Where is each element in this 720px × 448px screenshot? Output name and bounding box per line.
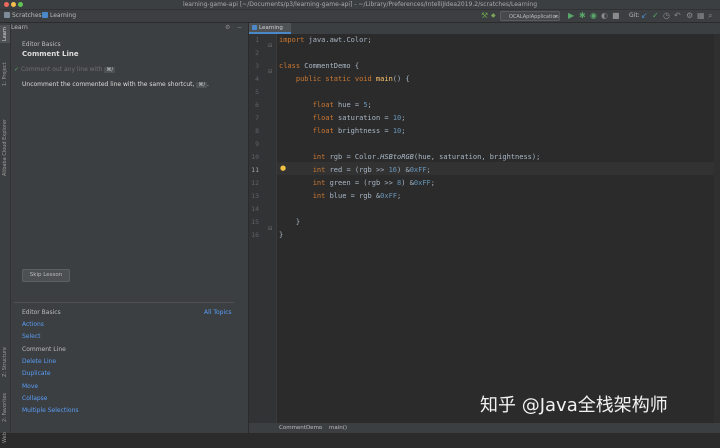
line-number-current: 11 xyxy=(251,166,259,174)
git-history-icon[interactable]: ◷ xyxy=(663,11,670,21)
lesson-link-actions[interactable]: Actions xyxy=(22,321,44,328)
navigation-bar: Scratches › Learning ⚒ ◆ OCALApiApplicat… xyxy=(0,10,720,23)
lesson-current-comment-line: Comment Line xyxy=(22,346,66,353)
web-tool-tab[interactable]: Web xyxy=(0,428,10,448)
line-number: 9 xyxy=(255,140,259,148)
learn-tool-tab[interactable]: Learn xyxy=(0,25,10,43)
tab-learning[interactable]: Learning xyxy=(249,23,291,34)
git-rollback-icon[interactable]: ↶ xyxy=(674,11,681,21)
line-number: 12 xyxy=(251,179,259,187)
editor-breadcrumb-bar: CommentDemo › main() xyxy=(249,423,720,433)
learn-panel: Learn ⚙ − Editor Basics Comment Line ✓ C… xyxy=(11,23,248,433)
git-update-icon[interactable]: ↙ xyxy=(641,11,648,21)
error-stripe[interactable] xyxy=(714,34,720,423)
line-number: 2 xyxy=(255,49,259,57)
lesson-link-collapse[interactable]: Collapse xyxy=(22,395,48,402)
code-line-8: float brightness = 10; xyxy=(312,127,406,135)
favorites-tool-tab[interactable]: 2: Favorites xyxy=(0,388,10,426)
line-number: 3 xyxy=(255,62,259,70)
shortcut-badge: ⌘/ xyxy=(104,67,116,73)
current-step: Uncomment the commented line with the sa… xyxy=(22,81,209,88)
fold-marker-icon[interactable]: ⊟ xyxy=(268,226,272,232)
window-title: learning-game-api [~/Documents/p3/learni… xyxy=(182,1,538,8)
line-number: 8 xyxy=(255,127,259,135)
code-line-15: } xyxy=(279,218,301,226)
code-editor[interactable]: Learning 1 2 3 4 5 6 7 8 9 10 11 12 13 1… xyxy=(249,23,720,433)
line-number: 13 xyxy=(251,192,259,200)
hammer-build-icon[interactable]: ⚒ xyxy=(481,11,488,21)
alibaba-cloud-explorer-tab[interactable]: Alibaba Cloud Explorer xyxy=(0,113,10,183)
run-config-icon: ◆ xyxy=(491,12,496,19)
line-number: 5 xyxy=(255,88,259,96)
lesson-link-move[interactable]: Move xyxy=(22,383,38,390)
code-line-16: } xyxy=(279,231,284,239)
line-number: 6 xyxy=(255,101,259,109)
bottom-module-name: Editor Basics xyxy=(22,309,61,316)
all-topics-link[interactable]: All Topics xyxy=(204,309,232,316)
watermark: 知乎 @Java全栈架构师 xyxy=(480,395,668,416)
settings-icon[interactable]: ⚙ xyxy=(686,11,693,21)
line-number: 16 xyxy=(251,231,259,239)
project-tool-tab[interactable]: 1: Project xyxy=(0,49,10,99)
divider xyxy=(14,302,234,303)
profile-icon[interactable]: ◐ xyxy=(601,11,608,21)
line-number: 7 xyxy=(255,114,259,122)
code-line-4: public static void main() { xyxy=(295,75,410,83)
line-number: 1 xyxy=(255,36,259,44)
fold-marker-icon[interactable]: ⊟ xyxy=(268,43,272,49)
line-number: 4 xyxy=(255,75,259,83)
file-icon xyxy=(252,25,257,30)
module-name: Editor Basics xyxy=(22,41,61,48)
lesson-link-multiple-selections[interactable]: Multiple Selections xyxy=(22,407,79,414)
lesson-link-select[interactable]: Select xyxy=(22,333,41,340)
folder-icon xyxy=(4,12,10,18)
hide-panel-icon[interactable]: − xyxy=(237,23,242,33)
git-commit-icon[interactable]: ✓ xyxy=(652,11,659,21)
code-line-1: import java.awt.Color; xyxy=(279,36,372,44)
coverage-icon[interactable]: ◉ xyxy=(590,11,597,21)
project-structure-icon[interactable]: ▦ xyxy=(697,11,705,21)
breadcrumb-learning[interactable]: Learning xyxy=(42,10,76,22)
lesson-link-delete-line[interactable]: Delete Line xyxy=(22,358,56,365)
debug-icon[interactable]: ✱ xyxy=(579,11,586,21)
structure-tool-tab[interactable]: Z: Structure xyxy=(0,341,10,383)
editor-tab-bar: Learning xyxy=(249,23,720,34)
search-icon[interactable]: ⌕ xyxy=(708,11,712,21)
code-line-12: int green = (rgb >> 8) &0xFF; xyxy=(312,179,435,187)
stop-icon[interactable]: ■ xyxy=(612,11,620,21)
learn-panel-title: Learn xyxy=(11,24,28,31)
file-icon xyxy=(42,12,48,18)
completed-step: ✓ Comment out any line with ⌘/ xyxy=(14,66,116,73)
lesson-title: Comment Line xyxy=(22,50,79,58)
git-label: Git: xyxy=(629,12,640,19)
line-number: 15 xyxy=(251,218,259,226)
title-bar: learning-game-api [~/Documents/p3/learni… xyxy=(0,0,720,10)
code-line-10: int rgb = Color.HSBtoRGB(hue, saturation… xyxy=(312,153,541,161)
chevron-down-icon: ▾ xyxy=(554,14,557,20)
lesson-link-duplicate[interactable]: Duplicate xyxy=(22,370,51,377)
fold-marker-icon[interactable]: ⊟ xyxy=(268,69,272,75)
code-line-7: float saturation = 10; xyxy=(312,114,406,122)
breadcrumb-separator: › xyxy=(320,425,323,431)
editor-gutter: 1 2 3 4 5 6 7 8 9 10 11 12 13 14 15 16 ⊟… xyxy=(249,34,277,423)
code-line-6: float hue = 5; xyxy=(312,101,372,109)
breadcrumb-separator: › xyxy=(34,12,37,19)
skip-lesson-button[interactable]: Skip Lesson xyxy=(22,269,70,282)
run-icon[interactable]: ▶ xyxy=(568,11,574,21)
breadcrumb-method[interactable]: main() xyxy=(329,423,347,433)
code-line-3: class CommentDemo { xyxy=(279,62,360,70)
run-configuration-select[interactable]: OCALApiApplication ▾ xyxy=(500,11,560,21)
line-number: 14 xyxy=(251,205,259,213)
gear-icon[interactable]: ⚙ xyxy=(225,23,230,33)
shortcut-badge: ⌘/ xyxy=(196,82,208,88)
code-line-11: int red = (rgb >> 16) &0xFF; xyxy=(312,166,431,174)
checkmark-icon: ✓ xyxy=(14,66,20,73)
breadcrumb-class[interactable]: CommentDemo xyxy=(279,423,322,433)
line-number: 10 xyxy=(251,153,259,161)
learn-panel-header: Learn ⚙ − xyxy=(11,23,248,33)
left-tool-strip: Learn 1: Project Alibaba Cloud Explorer … xyxy=(0,23,11,443)
code-line-13: int blue = rgb &0xFF; xyxy=(312,192,402,200)
